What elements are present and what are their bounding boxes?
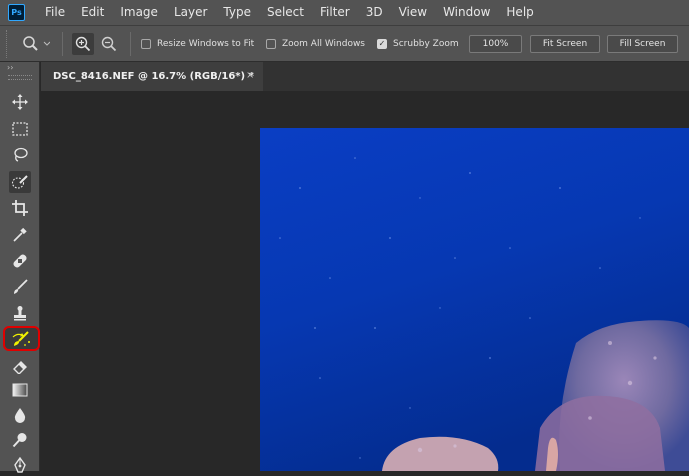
menu-view[interactable]: View [391,0,435,25]
scrubby-zoom-label: Scrubby Zoom [393,39,459,49]
document-tab[interactable]: DSC_8416.NEF @ 16.7% (RGB/16*) * × [41,62,263,91]
menu-file[interactable]: File [37,0,73,25]
close-tab-icon[interactable]: × [246,70,254,81]
panel-grip[interactable] [8,75,32,80]
move-icon [12,94,28,110]
marquee-tool[interactable] [9,118,31,140]
menu-layer[interactable]: Layer [166,0,215,25]
checkbox-box[interactable] [141,39,151,49]
menu-select[interactable]: Select [259,0,312,25]
eyedropper-icon [13,227,27,242]
separator [130,32,131,56]
menu-edit[interactable]: Edit [73,0,112,25]
zoom-in-icon [75,36,91,52]
zoom-out-button[interactable] [101,36,117,52]
brush-icon [14,279,28,294]
eyedropper-tool[interactable] [9,224,31,246]
menu-image[interactable]: Image [112,0,166,25]
quick-selection-icon [11,175,28,189]
menu-type[interactable]: Type [215,0,259,25]
eraser-icon [13,361,27,374]
resize-windows-checkbox[interactable]: Resize Windows to Fit [141,39,254,49]
document-tab-title: DSC_8416.NEF @ 16.7% (RGB/16*) * [53,71,254,82]
checkbox-box[interactable] [266,39,276,49]
brush-tool[interactable] [9,276,31,298]
zoom-out-icon [101,36,117,52]
underwater-photo [260,128,689,471]
scrubby-zoom-checkbox[interactable]: Scrubby Zoom [377,39,459,49]
checkbox-box-checked[interactable] [377,39,387,49]
tools-panel: ›› [0,62,40,473]
blur-tool[interactable] [9,404,31,426]
photoshop-logo[interactable]: Ps [8,4,25,21]
menu-bar: Ps File Edit Image Layer Type Select Fil… [0,0,689,25]
dodge-icon [12,433,27,448]
lasso-icon [14,147,28,162]
menu-help[interactable]: Help [498,0,541,25]
document-tab-bar: DSC_8416.NEF @ 16.7% (RGB/16*) * × [41,62,689,91]
quick-selection-tool[interactable] [9,171,31,193]
collapse-panel-button[interactable]: ›› [7,63,13,72]
lasso-tool[interactable] [9,144,31,166]
dodge-tool[interactable] [9,429,31,451]
menu-3d[interactable]: 3D [358,0,391,25]
zoom-all-windows-checkbox[interactable]: Zoom All Windows [266,39,365,49]
healing-brush-tool[interactable] [9,250,31,272]
gradient-icon [12,383,28,397]
resize-windows-label: Resize Windows to Fit [157,39,255,49]
zoom-in-button[interactable] [72,33,94,55]
history-brush-icon [12,330,30,346]
zoom-all-windows-label: Zoom All Windows [282,39,365,49]
document-canvas-image[interactable] [260,128,689,471]
clone-stamp-tool[interactable] [9,302,31,324]
zoom-100-button[interactable]: 100% [469,35,522,53]
canvas-area[interactable] [41,91,689,471]
stamp-icon [14,306,26,321]
tool-preset-picker[interactable] [22,36,50,52]
crop-icon [12,200,28,216]
drop-icon [14,408,26,423]
move-tool[interactable] [9,91,31,113]
fill-screen-button[interactable]: Fill Screen [607,35,678,53]
history-brush-tool[interactable] [3,326,40,351]
menu-filter[interactable]: Filter [312,0,358,25]
crop-tool[interactable] [9,197,31,219]
options-bar: Resize Windows to Fit Zoom All Windows S… [0,25,689,62]
options-grip[interactable] [0,30,7,58]
zoom-preset-icon [23,36,50,51]
gradient-tool[interactable] [9,379,31,401]
fit-screen-button[interactable]: Fit Screen [530,35,600,53]
separator [62,32,63,56]
eraser-tool[interactable] [9,355,31,377]
rectangular-marquee-icon [12,122,28,136]
pen-tool[interactable] [9,454,31,476]
bandage-icon [13,254,27,268]
menu-window[interactable]: Window [435,0,498,25]
